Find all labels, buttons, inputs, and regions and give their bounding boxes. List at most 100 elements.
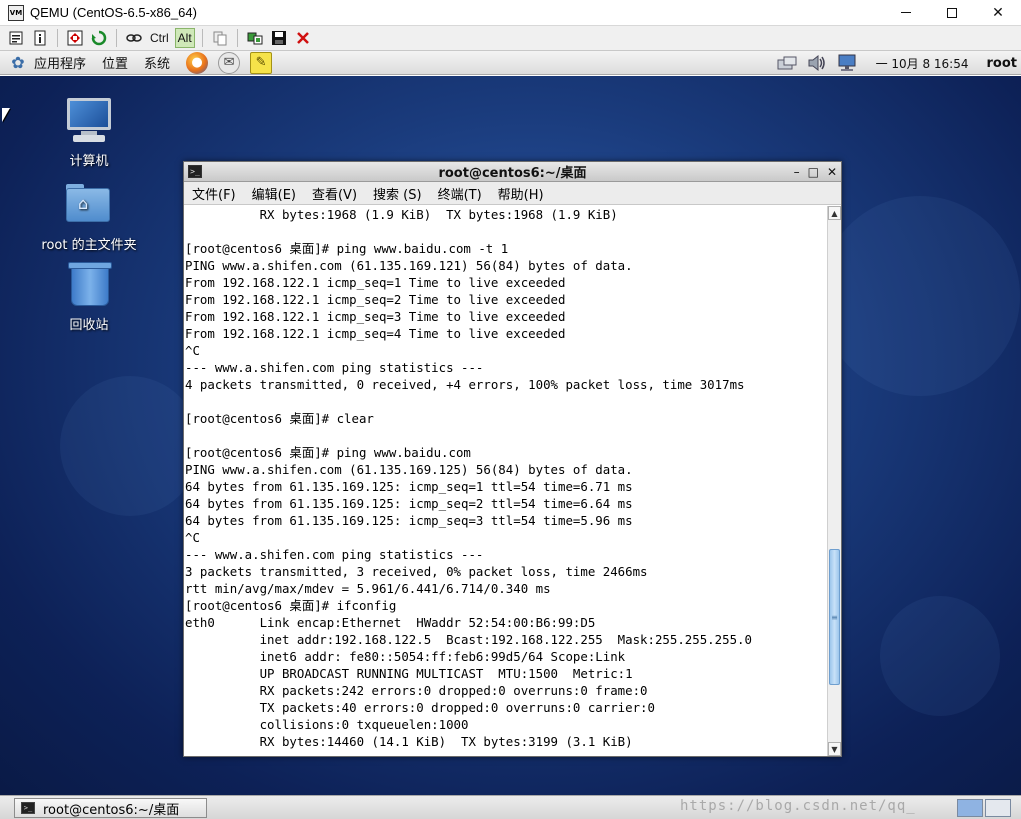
quit-button[interactable] [293, 28, 313, 48]
grip-icon: ≡ [831, 612, 838, 622]
gnome-top-panel: ✿ 应用程序 位置 系统 ● ✉ ✎ 一 10月 8 16:54 root [0, 51, 1021, 75]
firefox-icon[interactable]: ● [186, 51, 209, 74]
workspace-switcher[interactable] [957, 799, 1011, 817]
toolbar-separator [57, 29, 58, 47]
reset-button[interactable] [89, 28, 109, 48]
copy-icon [213, 31, 227, 46]
menu-help[interactable]: 帮助(H) [498, 184, 544, 203]
taskbar-item-label: root@centos6:~/桌面 [43, 802, 180, 818]
system-menu[interactable]: 系统 [144, 53, 170, 72]
wallpaper-bokeh [820, 196, 1020, 396]
terminal-line: RX bytes:1968 (1.9 KiB) TX bytes:1968 (1… [185, 207, 618, 222]
fullscreen-button[interactable] [65, 28, 85, 48]
terminal-line: From 192.168.122.1 icmp_seq=4 Time to li… [185, 326, 566, 341]
screenshot-button[interactable] [245, 28, 265, 48]
close-button[interactable]: ✕ [975, 0, 1021, 25]
terminal-window[interactable]: >_ root@centos6:~/桌面 – □ ✕ 文件(F) 编辑(E) 查… [183, 161, 842, 757]
save-state-button[interactable] [269, 28, 289, 48]
terminal-line: collisions:0 txqueuelen:1000 [185, 717, 469, 732]
screenshot-icon [247, 32, 263, 45]
send-ctrl-button[interactable]: Ctrl [148, 28, 171, 48]
terminal-line: --- www.a.shifen.com ping statistics --- [185, 547, 484, 562]
workspace-1[interactable] [957, 799, 983, 817]
terminal-line: inet addr:192.168.122.5 Bcast:192.168.12… [185, 632, 752, 647]
terminal-line: TX packets:40 errors:0 dropped:0 overrun… [185, 700, 655, 715]
network-manager-icon[interactable] [776, 53, 798, 73]
info-button[interactable] [30, 28, 50, 48]
terminal-line: 64 bytes from 61.135.169.125: icmp_seq=3… [185, 513, 633, 528]
menu-file[interactable]: 文件(F) [192, 184, 236, 203]
mouse-pointer-icon [2, 108, 10, 122]
terminal-line: From 192.168.122.1 icmp_seq=2 Time to li… [185, 292, 566, 307]
trash-icon [64, 260, 114, 310]
terminal-title: root@centos6:~/桌面 [438, 166, 587, 181]
terminal-line: eth0 Link encap:Ethernet HWaddr 52:54:00… [185, 615, 596, 630]
guest-screen[interactable]: ✿ 应用程序 位置 系统 ● ✉ ✎ 一 10月 8 16:54 root 计算… [0, 51, 1021, 819]
panel-clock[interactable]: 一 10月 8 16:54 [876, 55, 969, 72]
watermark-text: https://blog.csdn.net/qq_ [680, 798, 916, 814]
fullscreen-icon [67, 30, 83, 46]
terminal-line: UP BROADCAST RUNNING MULTICAST MTU:1500 … [185, 666, 633, 681]
menu-terminal[interactable]: 终端(T) [438, 184, 482, 203]
desktop-icon-label: 计算机 [69, 154, 109, 169]
copy-button[interactable] [210, 28, 230, 48]
terminal-menubar: 文件(F) 编辑(E) 查看(V) 搜索 (S) 终端(T) 帮助(H) [184, 182, 841, 205]
terminal-maximize-button[interactable]: □ [808, 165, 819, 179]
terminal-line: rtt min/avg/max/mdev = 5.961/6.441/6.714… [185, 581, 551, 596]
terminal-window-controls: – □ ✕ [794, 162, 837, 182]
qemu-toolbar: Ctrl Alt [0, 25, 1021, 51]
terminal-line: RX packets:242 errors:0 dropped:0 overru… [185, 683, 648, 698]
scroll-up-button[interactable]: ▲ [828, 206, 841, 220]
terminal-line: 4 packets transmitted, 0 received, +4 er… [185, 377, 745, 392]
desktop-icon-trash[interactable]: 回收站 [34, 260, 144, 333]
places-menu[interactable]: 位置 [102, 53, 128, 72]
terminal-line: From 192.168.122.1 icmp_seq=3 Time to li… [185, 309, 566, 324]
gnome-foot-icon: ✿ [11, 53, 25, 72]
terminal-line: [root@centos6 桌面]# ifconfig [185, 598, 397, 613]
properties-button[interactable] [6, 28, 26, 48]
host-titlebar: VM QEMU (CentOS-6.5-x86_64) ✕ [0, 0, 1021, 25]
scroll-thumb[interactable]: ≡ [829, 549, 840, 685]
qemu-app-icon: VM [8, 4, 24, 21]
terminal-line: PING www.a.shifen.com (61.135.169.121) 5… [185, 258, 633, 273]
toolbar-separator [236, 29, 238, 47]
desktop-icon-home[interactable]: ⌂ root 的主文件夹 [34, 180, 144, 253]
mail-icon[interactable]: ✉ [218, 51, 241, 74]
desktop-icon-label: root 的主文件夹 [41, 238, 137, 253]
terminal-output[interactable]: RX bytes:1968 (1.9 KiB) TX bytes:1968 (1… [184, 206, 828, 756]
desktop-icon-computer[interactable]: 计算机 [34, 96, 144, 169]
computer-icon [64, 96, 114, 146]
network-icon[interactable] [836, 53, 858, 73]
terminal-icon: >_ [21, 802, 35, 814]
scroll-down-button[interactable]: ▼ [828, 742, 841, 756]
quit-icon [296, 32, 309, 44]
applications-menu[interactable]: 应用程序 [34, 53, 86, 72]
usb-button[interactable] [124, 28, 144, 48]
terminal-line: ^C [185, 530, 200, 545]
notes-icon[interactable]: ✎ [250, 51, 273, 74]
reset-icon [91, 30, 107, 46]
maximize-button[interactable] [929, 0, 975, 25]
workspace-2[interactable] [985, 799, 1011, 817]
minimize-button[interactable] [883, 0, 929, 25]
terminal-line: From 192.168.122.1 icmp_seq=1 Time to li… [185, 275, 566, 290]
save-icon [271, 31, 286, 45]
toolbar-separator [201, 29, 203, 47]
terminal-icon: >_ [188, 165, 202, 178]
terminal-close-button[interactable]: ✕ [827, 165, 837, 179]
terminal-line: inet6 addr: fe80::5054:ff:feb6:99d5/64 S… [185, 649, 626, 664]
terminal-minimize-button[interactable]: – [794, 165, 800, 179]
send-alt-button[interactable]: Alt [174, 28, 195, 48]
menu-view[interactable]: 查看(V) [312, 184, 357, 203]
terminal-line: --- www.a.shifen.com ping statistics --- [185, 360, 484, 375]
volume-icon[interactable] [806, 53, 828, 73]
taskbar-item-terminal[interactable]: >_ root@centos6:~/桌面 [14, 798, 207, 818]
terminal-titlebar[interactable]: >_ root@centos6:~/桌面 – □ ✕ [184, 162, 841, 182]
menu-edit[interactable]: 编辑(E) [252, 184, 296, 203]
terminal-scrollbar[interactable]: ▲ ≡ ▼ [827, 206, 841, 756]
terminal-line: RX bytes:14460 (14.1 KiB) TX bytes:3199 … [185, 734, 633, 749]
menu-search[interactable]: 搜索 (S) [373, 184, 422, 203]
panel-user[interactable]: root [987, 56, 1018, 71]
